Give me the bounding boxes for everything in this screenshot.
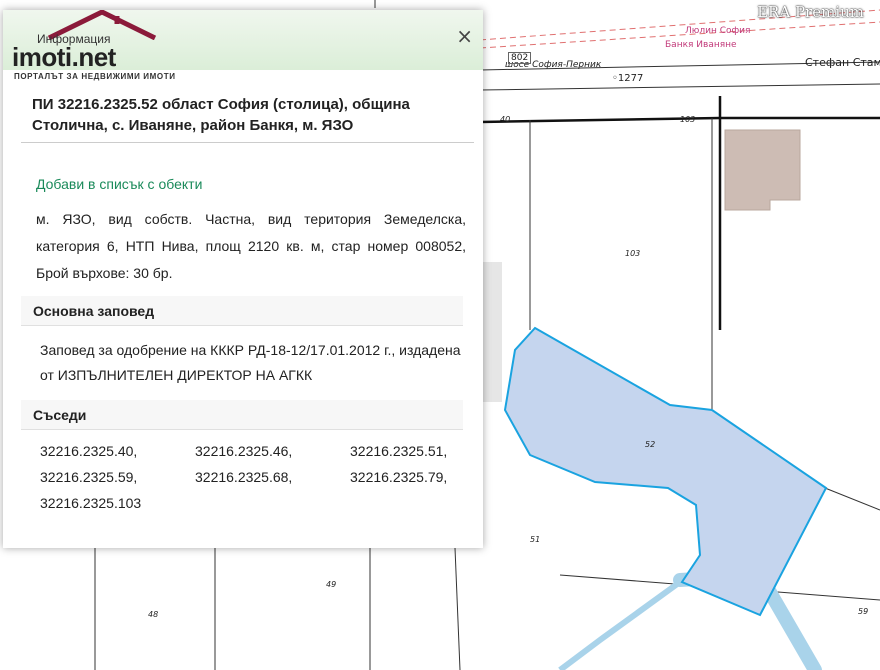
parcel-description: м. ЯЗО, вид собств. Частна, вид територи… <box>36 211 466 281</box>
parcel-number-40: 40 <box>500 115 511 124</box>
neighbor-link[interactable]: 32216.2325.46, <box>195 438 350 464</box>
neighbors-list: 32216.2325.40, 32216.2325.46, 32216.2325… <box>40 438 480 516</box>
section-main-order: Основна заповед <box>21 296 463 326</box>
section-neighbors: Съседи <box>21 400 463 430</box>
parcel-number-103: 103 <box>625 249 641 258</box>
parcel-number-59: 59 <box>858 607 869 616</box>
neighbor-link[interactable]: 32216.2325.59, <box>40 464 195 490</box>
info-panel: Информация imoti.net ПОРТАЛЪТ ЗА НЕДВИЖИ… <box>3 10 483 548</box>
parcel-number-49: 49 <box>326 580 337 589</box>
elevation-label: ◦1277 <box>612 73 644 84</box>
logo-wordmark: imoti.net <box>12 42 116 72</box>
neighbor-link[interactable]: 32216.2325.79, <box>350 464 480 490</box>
street-label-bankya: Банкя Иваняне <box>665 40 737 50</box>
parcel-number-103-top: 103 <box>680 115 696 124</box>
close-icon[interactable]: × <box>456 24 473 48</box>
parcel-title: ПИ 32216.2325.52 област София (столица),… <box>21 88 474 143</box>
parcel-number-52: 52 <box>645 440 656 449</box>
era-premium-watermark: ERA Premium <box>757 3 864 21</box>
imoti-logo[interactable]: Информация imoti.net ПОРТАЛЪТ ЗА НЕДВИЖИ… <box>7 10 177 82</box>
parcel-number-51: 51 <box>530 535 541 544</box>
logo-tagline: ПОРТАЛЪТ ЗА НЕДВИЖИМИ ИМОТИ <box>14 72 176 81</box>
neighbor-link[interactable]: 32216.2325.40, <box>40 438 195 464</box>
road-number-label: 802 <box>508 52 532 64</box>
neighbor-link[interactable]: 32216.2325.68, <box>195 464 350 490</box>
neighbor-link[interactable]: 32216.2325.103 <box>40 490 195 516</box>
order-text: Заповед за одобрение на КККР РД-18-12/17… <box>40 342 461 383</box>
panel-header: Информация imoti.net ПОРТАЛЪТ ЗА НЕДВИЖИ… <box>3 10 483 81</box>
street-label-lyulin: Люлин София <box>685 26 751 36</box>
street-label-stefan: Стефан Стамб <box>805 56 880 69</box>
neighbor-link[interactable]: 32216.2325.51, <box>350 438 480 464</box>
parcel-number-48: 48 <box>148 610 159 619</box>
add-to-list-link[interactable]: Добави в списък с обекти <box>36 176 202 192</box>
